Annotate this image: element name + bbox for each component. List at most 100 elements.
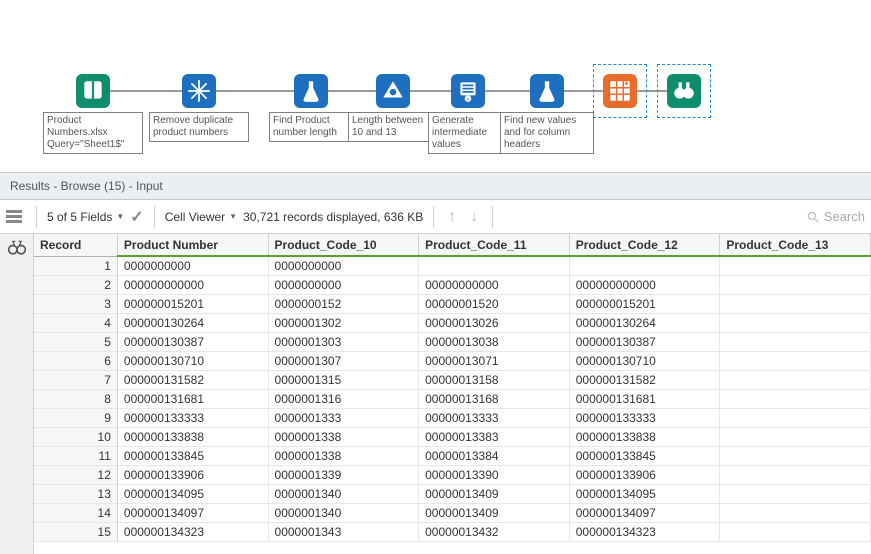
generator-icon: + <box>451 74 485 108</box>
up-arrow-icon[interactable]: ↑ <box>444 208 460 226</box>
book-icon <box>76 74 110 108</box>
separator <box>433 206 434 228</box>
cell <box>720 371 871 390</box>
search-placeholder: Search <box>824 209 865 224</box>
table-row[interactable]: 5000000130387000000130300000013038000000… <box>34 333 871 352</box>
cell: 0000000000 <box>268 276 419 295</box>
record-number: 15 <box>34 523 117 542</box>
cell: 00000013071 <box>419 352 570 371</box>
record-number: 13 <box>34 485 117 504</box>
table-row[interactable]: 1100000013384500000013380000001338400000… <box>34 447 871 466</box>
node-unique[interactable]: Remove duplicate product numbers <box>149 74 249 142</box>
fields-dropdown[interactable]: 5 of 5 Fields ▼ <box>47 210 124 224</box>
table-row[interactable]: 6000000130710000000130700000013071000000… <box>34 352 871 371</box>
cell <box>720 352 871 371</box>
cell <box>720 314 871 333</box>
cell: 00000013026 <box>419 314 570 333</box>
checkmark-icon[interactable]: ✓ <box>130 207 143 227</box>
table-row[interactable]: 4000000130264000000130200000013026000000… <box>34 314 871 333</box>
node-formula2[interactable]: Find new values and for column headers <box>500 74 594 154</box>
column-header[interactable]: Product_Code_13 <box>720 234 871 256</box>
node-caption: Remove duplicate product numbers <box>149 112 249 142</box>
column-header[interactable]: Record <box>34 234 117 256</box>
cell <box>720 276 871 295</box>
cell-viewer-label: Cell Viewer <box>165 210 225 224</box>
cell: 000000133333 <box>569 409 720 428</box>
cell: 00000013168 <box>419 390 570 409</box>
results-table: RecordProduct NumberProduct_Code_10Produ… <box>34 234 871 542</box>
cell: 00000013158 <box>419 371 570 390</box>
column-header[interactable]: Product Number <box>117 234 268 256</box>
record-number: 14 <box>34 504 117 523</box>
cell: 0000001316 <box>268 390 419 409</box>
table-row[interactable]: 1300000013409500000013400000001340900000… <box>34 485 871 504</box>
cell: 000000133845 <box>569 447 720 466</box>
cell: 0000001338 <box>268 428 419 447</box>
cell: 00000013409 <box>419 485 570 504</box>
table-row[interactable]: 3000000015201000000015200000001520000000… <box>34 295 871 314</box>
binoculars-icon[interactable] <box>7 238 27 261</box>
results-table-area: RecordProduct NumberProduct_Code_10Produ… <box>0 234 871 554</box>
filter-icon <box>376 74 410 108</box>
table-row[interactable]: 1400000013409700000013400000001340900000… <box>34 504 871 523</box>
down-arrow-icon[interactable]: ↓ <box>466 208 482 226</box>
record-number: 1 <box>34 256 117 276</box>
layout-toggle-icon[interactable] <box>6 210 22 223</box>
cell: 0000001303 <box>268 333 419 352</box>
flask-icon <box>530 74 564 108</box>
record-number: 7 <box>34 371 117 390</box>
cell <box>720 333 871 352</box>
separator <box>154 206 155 228</box>
node-filter[interactable]: Length between 10 and 13 <box>348 74 438 142</box>
node-generate[interactable]: + Generate intermediate values <box>428 74 508 154</box>
cell: 0000001343 <box>268 523 419 542</box>
record-number: 12 <box>34 466 117 485</box>
cell: 000000130387 <box>569 333 720 352</box>
table-row[interactable]: 100000000000000000000 <box>34 256 871 276</box>
cell <box>569 256 720 276</box>
cell: 0000000000 <box>117 256 268 276</box>
column-header[interactable]: Product_Code_10 <box>268 234 419 256</box>
cell: 000000133906 <box>569 466 720 485</box>
cell: 000000134097 <box>569 504 720 523</box>
cell: 0000000000 <box>268 256 419 276</box>
table-row[interactable]: 9000000133333000000133300000013333000000… <box>34 409 871 428</box>
node-input[interactable]: Product Numbers.xlsx Query="Sheet1$" <box>43 74 143 154</box>
table-scroll[interactable]: RecordProduct NumberProduct_Code_10Produ… <box>34 234 871 554</box>
chevron-down-icon: ▼ <box>116 212 124 221</box>
results-title: Results - Browse (15) - Input <box>10 179 163 193</box>
cell: 0000001338 <box>268 447 419 466</box>
cell <box>720 504 871 523</box>
cell: 000000134097 <box>117 504 268 523</box>
selection-box <box>593 64 647 118</box>
cell: 0000001307 <box>268 352 419 371</box>
table-row[interactable]: 7000000131582000000131500000013158000000… <box>34 371 871 390</box>
table-row[interactable]: 1500000013432300000013430000001343200000… <box>34 523 871 542</box>
cell: 00000013383 <box>419 428 570 447</box>
node-formula[interactable]: Find Product number length <box>269 74 353 142</box>
node-caption: Generate intermediate values <box>428 112 508 154</box>
cell: 00000013432 <box>419 523 570 542</box>
workflow-canvas[interactable]: Product Numbers.xlsx Query="Sheet1$"Remo… <box>0 0 871 172</box>
cell: 00000013333 <box>419 409 570 428</box>
column-header[interactable]: Product_Code_12 <box>569 234 720 256</box>
fields-label: 5 of 5 Fields <box>47 210 112 224</box>
cell <box>720 390 871 409</box>
table-row[interactable]: 1000000013383800000013380000001338300000… <box>34 428 871 447</box>
search-input[interactable]: Search <box>800 209 865 224</box>
column-header[interactable]: Product_Code_11 <box>419 234 570 256</box>
cell: 000000133906 <box>117 466 268 485</box>
separator <box>36 206 37 228</box>
flask-icon <box>294 74 328 108</box>
cell: 000000000000 <box>117 276 268 295</box>
cell <box>720 295 871 314</box>
cell-viewer-dropdown[interactable]: Cell Viewer ▼ <box>165 210 237 224</box>
separator <box>492 206 493 228</box>
table-gutter <box>0 234 34 554</box>
table-row[interactable]: 2000000000000000000000000000000000000000… <box>34 276 871 295</box>
table-row[interactable]: 8000000131681000000131600000013168000000… <box>34 390 871 409</box>
cell: 000000134323 <box>117 523 268 542</box>
record-number: 6 <box>34 352 117 371</box>
cell: 0000001340 <box>268 485 419 504</box>
table-row[interactable]: 1200000013390600000013390000001339000000… <box>34 466 871 485</box>
